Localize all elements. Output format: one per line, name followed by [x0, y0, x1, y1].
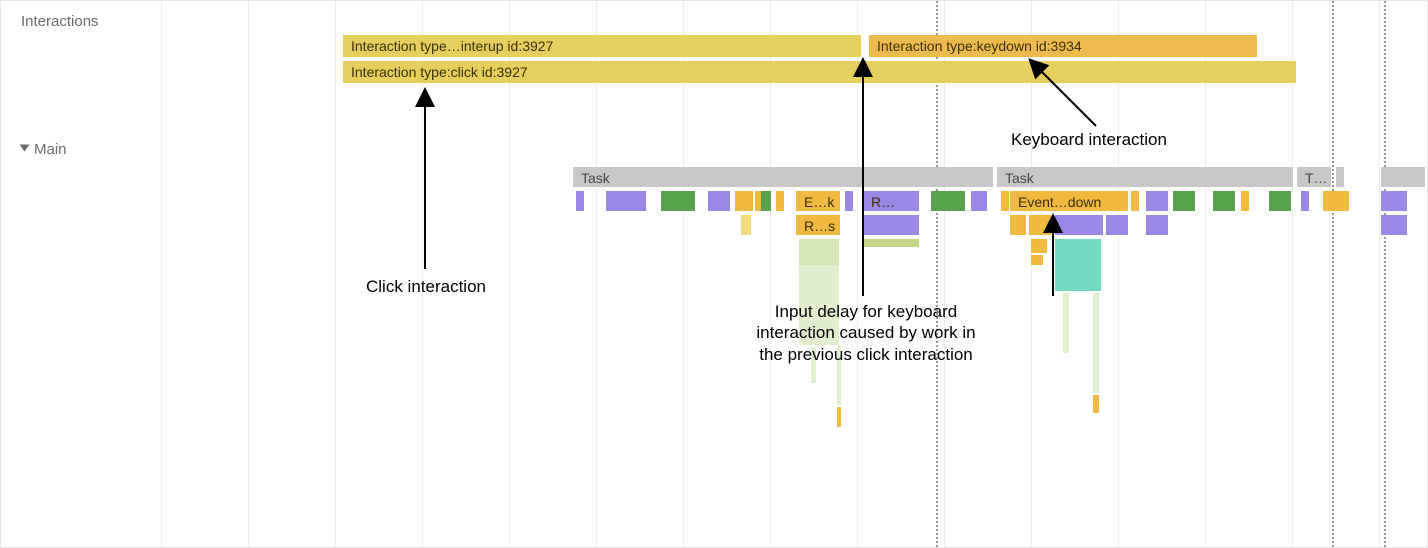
flame-segment[interactable]: [799, 239, 839, 265]
flame-segment[interactable]: [1010, 215, 1026, 235]
flame-segment[interactable]: [661, 191, 695, 211]
flame-segment[interactable]: [1093, 395, 1099, 413]
gridline: [335, 1, 336, 547]
flame-segment[interactable]: [1173, 191, 1195, 211]
flame-segment[interactable]: [1269, 191, 1291, 211]
flame-segment[interactable]: R…s: [796, 215, 840, 235]
flame-segment[interactable]: [606, 191, 646, 211]
label-text: Interactions: [21, 13, 99, 30]
flame-segment[interactable]: [1031, 239, 1047, 253]
flame-segment[interactable]: [1031, 255, 1043, 265]
flame-segment[interactable]: [1381, 215, 1407, 235]
flame-segment[interactable]: [735, 191, 753, 211]
gridline: [161, 1, 162, 547]
flame-segment[interactable]: [1241, 191, 1249, 211]
task-bar[interactable]: [1336, 167, 1344, 187]
flame-segment[interactable]: [931, 191, 965, 211]
flame-segment[interactable]: [761, 191, 771, 211]
flame-segment[interactable]: [1146, 191, 1168, 211]
collapse-triangle-icon[interactable]: [20, 145, 30, 152]
interaction-bar-pointerup[interactable]: Interaction type…interup id:3927: [343, 35, 861, 57]
flame-segment[interactable]: [576, 191, 584, 211]
flame-segment[interactable]: [1055, 215, 1103, 235]
flame-segment[interactable]: [1055, 269, 1101, 291]
gridline: [248, 1, 249, 547]
section-label-interactions: Interactions: [21, 13, 99, 30]
flame-segment[interactable]: R…: [863, 191, 919, 211]
flame-segment[interactable]: [1001, 191, 1009, 211]
flame-segment[interactable]: [845, 191, 853, 211]
flame-segment[interactable]: [741, 215, 751, 235]
flame-segment[interactable]: [863, 215, 919, 235]
annotation-delay: Input delay for keyboard interaction cau…: [731, 301, 1001, 365]
flame-segment[interactable]: [863, 239, 919, 247]
flame-segment[interactable]: [1213, 191, 1235, 211]
flame-segment[interactable]: [1301, 191, 1309, 211]
annotation-arrows: [1, 1, 1428, 548]
task-bar[interactable]: T…: [1297, 167, 1331, 187]
flame-segment[interactable]: [1323, 191, 1349, 211]
annotation-click: Click interaction: [331, 276, 521, 297]
flame-segment[interactable]: [1381, 191, 1407, 211]
dashed-marker: [1332, 1, 1334, 547]
flame-segment[interactable]: E…k: [796, 191, 840, 211]
flame-segment[interactable]: [971, 191, 987, 211]
annotation-keyboard: Keyboard interaction: [1011, 129, 1231, 150]
dashed-marker: [1384, 1, 1386, 547]
interaction-bar-click[interactable]: Interaction type:click id:3927: [343, 61, 1296, 83]
flame-segment[interactable]: [1029, 215, 1051, 235]
gridline: [1379, 1, 1380, 547]
task-bar[interactable]: Task: [997, 167, 1293, 187]
performance-timeline-panel: Interactions Main Interaction type…inter…: [0, 0, 1428, 548]
interaction-bar-keydown[interactable]: Interaction type:keydown id:3934: [869, 35, 1257, 57]
flame-segment[interactable]: [1106, 215, 1128, 235]
flame-segment[interactable]: [1063, 293, 1069, 353]
flame-segment[interactable]: [1146, 215, 1168, 235]
flame-segment[interactable]: [776, 191, 784, 211]
task-bar[interactable]: Task: [573, 167, 993, 187]
label-text: Main: [34, 141, 67, 158]
flame-segment[interactable]: [837, 407, 841, 427]
task-bar[interactable]: [1381, 167, 1425, 187]
flame-segment[interactable]: [1131, 191, 1139, 211]
flame-segment[interactable]: [708, 191, 730, 211]
flame-segment[interactable]: [1055, 239, 1101, 269]
flame-segment[interactable]: [1093, 293, 1099, 393]
flame-segment[interactable]: Event…down: [1010, 191, 1128, 211]
section-label-main: Main: [21, 141, 67, 158]
